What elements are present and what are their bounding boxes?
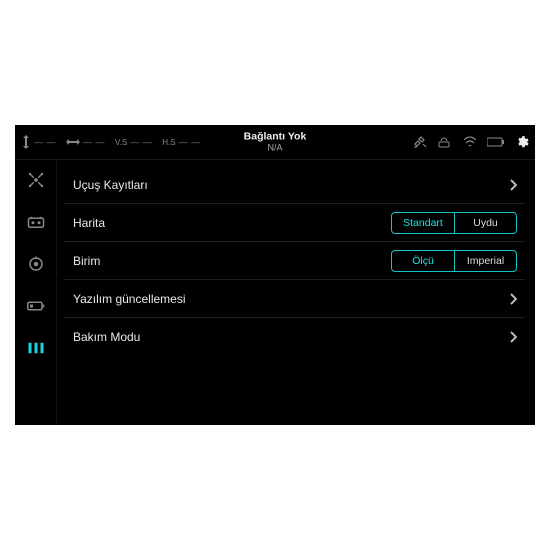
sidebar-item-gimbal[interactable] bbox=[26, 254, 46, 274]
vspeed-icon: V.S — — bbox=[115, 137, 152, 147]
map-type-option-standard[interactable]: Standart bbox=[392, 213, 454, 233]
vspeed-value: — — bbox=[130, 137, 152, 147]
connection-status: Bağlantı Yok N/A bbox=[244, 131, 307, 152]
map-type-segmented: Standart Uydu bbox=[391, 212, 517, 234]
row-label: Harita bbox=[73, 216, 105, 230]
connection-title: Bağlantı Yok bbox=[244, 131, 307, 143]
distance-icon: — — bbox=[66, 137, 105, 147]
top-right-indicators bbox=[413, 135, 529, 149]
rc-signal-icon bbox=[437, 136, 453, 148]
row-label: Yazılım güncellemesi bbox=[73, 292, 186, 306]
top-bar: — — — — V.S — — H.S — — Bağlantı Yok N/A bbox=[15, 125, 535, 159]
map-type-option-satellite[interactable]: Uydu bbox=[454, 213, 516, 233]
units-segmented: Ölçü Imperial bbox=[391, 250, 517, 272]
row-label: Birim bbox=[73, 254, 100, 268]
hspeed-value: — — bbox=[179, 137, 201, 147]
sidebar-item-general[interactable] bbox=[26, 338, 46, 358]
row-maintenance-mode[interactable]: Bakım Modu bbox=[63, 318, 525, 356]
sidebar-item-battery[interactable] bbox=[26, 296, 46, 316]
app-window: — — — — V.S — — H.S — — Bağlantı Yok N/A bbox=[15, 125, 535, 425]
satellite-icon bbox=[413, 136, 427, 148]
settings-sidebar bbox=[15, 160, 57, 425]
altitude-value: — — bbox=[34, 137, 56, 147]
chevron-right-icon bbox=[509, 293, 517, 305]
settings-body: Uçuş Kayıtları Harita Standart Uydu Biri… bbox=[15, 159, 535, 425]
chevron-right-icon bbox=[509, 179, 517, 191]
wifi-icon bbox=[463, 136, 477, 148]
chevron-right-icon bbox=[509, 331, 517, 343]
units-option-imperial[interactable]: Imperial bbox=[454, 251, 516, 271]
row-units: Birim Ölçü Imperial bbox=[63, 242, 525, 280]
units-option-metric[interactable]: Ölçü bbox=[392, 251, 454, 271]
settings-list: Uçuş Kayıtları Harita Standart Uydu Biri… bbox=[57, 160, 535, 425]
sidebar-item-drone[interactable] bbox=[26, 170, 46, 190]
row-label: Uçuş Kayıtları bbox=[73, 178, 148, 192]
altitude-icon: — — bbox=[21, 135, 56, 149]
connection-subtitle: N/A bbox=[244, 143, 307, 153]
battery-icon bbox=[487, 137, 505, 147]
settings-gear-icon[interactable] bbox=[515, 135, 529, 149]
row-flight-records[interactable]: Uçuş Kayıtları bbox=[63, 166, 525, 204]
row-firmware-update[interactable]: Yazılım güncellemesi bbox=[63, 280, 525, 318]
distance-value: — — bbox=[83, 137, 105, 147]
top-left-indicators: — — — — V.S — — H.S — — bbox=[21, 135, 201, 149]
row-map-type: Harita Standart Uydu bbox=[63, 204, 525, 242]
hspeed-icon: H.S — — bbox=[162, 137, 200, 147]
row-label: Bakım Modu bbox=[73, 330, 140, 344]
sidebar-item-controller[interactable] bbox=[26, 212, 46, 232]
